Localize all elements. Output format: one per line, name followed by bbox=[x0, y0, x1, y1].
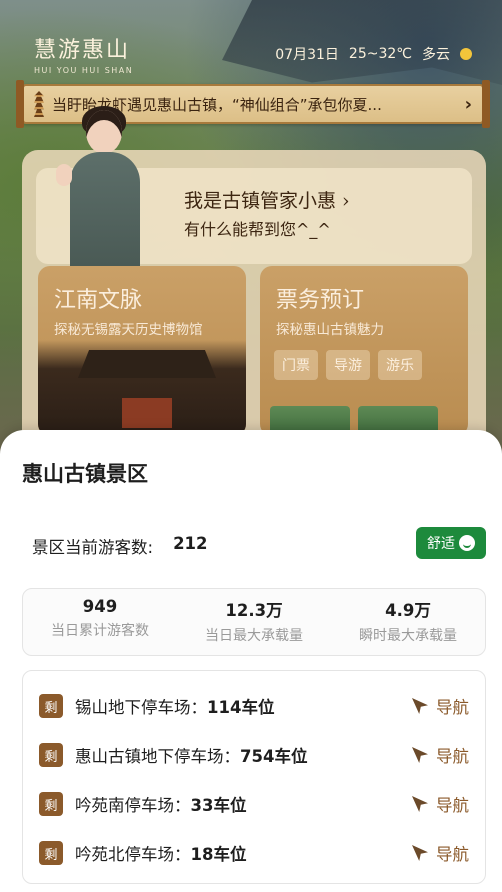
remaining-badge: 剩 bbox=[39, 694, 63, 718]
stat-daily-capacity: 12.3万 当日最大承载量 bbox=[177, 589, 331, 655]
navigation-arrow-icon bbox=[412, 796, 428, 812]
parking-row: 剩 吟苑南停车场： 33车位 导航 bbox=[39, 789, 469, 819]
chip-guide[interactable]: 导游 bbox=[326, 350, 370, 380]
ticket-chips: 门票 导游 游乐 bbox=[274, 350, 422, 380]
navigate-button[interactable]: 导航 bbox=[412, 792, 469, 816]
pagoda-icon bbox=[32, 91, 46, 117]
tile-tickets-subtitle: 探秘惠山古镇魅力 bbox=[276, 322, 384, 338]
temperature-text: 25~32℃ bbox=[348, 46, 412, 62]
stat-label: 瞬时最大承载量 bbox=[359, 628, 457, 644]
navigate-label: 导航 bbox=[436, 747, 469, 766]
parking-row: 剩 锡山地下停车场： 114车位 导航 bbox=[39, 691, 469, 721]
stat-instant-capacity: 4.9万 瞬时最大承载量 bbox=[331, 589, 485, 655]
logo-cn: 慧游惠山 bbox=[34, 38, 131, 63]
parking-list: 剩 锡山地下停车场： 114车位 导航 剩 惠山古镇地下停车场： 754车位 导… bbox=[22, 670, 486, 884]
chip-tickets[interactable]: 门票 bbox=[274, 350, 318, 380]
logo-en: HUI YOU HUI SHAN bbox=[34, 66, 134, 75]
remaining-badge: 剩 bbox=[39, 792, 63, 816]
gate-illustration bbox=[38, 340, 246, 436]
navigate-button[interactable]: 导航 bbox=[412, 743, 469, 767]
app-logo: 慧游惠山 HUI YOU HUI SHAN bbox=[34, 32, 133, 75]
parking-name: 惠山古镇地下停车场： bbox=[75, 747, 240, 766]
parking-count: 33车位 bbox=[190, 796, 247, 815]
navigate-label: 导航 bbox=[436, 698, 469, 717]
remaining-badge: 剩 bbox=[39, 743, 63, 767]
guide-title[interactable]: 我是古镇管家小惠 › bbox=[184, 186, 350, 213]
navigate-button[interactable]: 导航 bbox=[412, 694, 469, 718]
sheet-title: 惠山古镇景区 bbox=[22, 462, 148, 486]
tile-culture-subtitle: 探秘无锡露天历史博物馆 bbox=[54, 322, 203, 338]
scenic-area-sheet: 惠山古镇景区 景区当前游客数: 212 舒适 949 当日累计游客数 12.3万… bbox=[0, 430, 502, 892]
stat-label: 当日最大承载量 bbox=[205, 628, 303, 644]
parking-count: 754车位 bbox=[240, 747, 308, 766]
stat-label: 当日累计游客数 bbox=[51, 623, 149, 639]
chevron-right-icon: › bbox=[464, 93, 472, 115]
parking-name: 锡山地下停车场： bbox=[75, 698, 207, 717]
tile-culture-title: 江南文脉 bbox=[54, 288, 143, 313]
capacity-stats: 949 当日累计游客数 12.3万 当日最大承载量 4.9万 瞬时最大承载量 bbox=[22, 588, 486, 656]
parking-count: 114车位 bbox=[207, 698, 275, 717]
stat-value: 4.9万 bbox=[385, 601, 431, 620]
tile-culture[interactable]: 江南文脉 探秘无锡露天历史博物馆 bbox=[38, 266, 246, 436]
navigate-button[interactable]: 导航 bbox=[412, 841, 469, 865]
stat-value: 949 bbox=[82, 597, 118, 616]
parking-count: 18车位 bbox=[190, 845, 247, 864]
comfort-label: 舒适 bbox=[427, 536, 455, 552]
remaining-badge: 剩 bbox=[39, 841, 63, 865]
guide-subtitle: 有什么能帮到您^_^ bbox=[184, 220, 331, 239]
stat-value: 12.3万 bbox=[225, 601, 283, 620]
tile-tickets-title: 票务预订 bbox=[276, 288, 365, 313]
parking-name: 吟苑南停车场： bbox=[75, 796, 191, 815]
smile-icon bbox=[459, 535, 475, 551]
chip-fun[interactable]: 游乐 bbox=[378, 350, 422, 380]
date-text: 07月31日 bbox=[275, 47, 339, 63]
navigation-arrow-icon bbox=[412, 698, 428, 714]
parking-row: 剩 吟苑北停车场： 18车位 导航 bbox=[39, 838, 469, 868]
weather-text: 多云 bbox=[422, 47, 450, 63]
tile-tickets[interactable]: 票务预订 探秘惠山古镇魅力 门票 导游 游乐 bbox=[260, 266, 468, 436]
roof-decoration bbox=[222, 0, 502, 90]
sun-icon bbox=[460, 48, 472, 60]
guide-avatar[interactable] bbox=[54, 106, 154, 266]
stat-daily-total: 949 当日累计游客数 bbox=[23, 589, 177, 655]
navigation-arrow-icon bbox=[412, 747, 428, 763]
navigate-label: 导航 bbox=[436, 845, 469, 864]
current-visitors: 景区当前游客数: 212 bbox=[32, 534, 208, 558]
parking-row: 剩 惠山古镇地下停车场： 754车位 导航 bbox=[39, 740, 469, 770]
comfort-badge: 舒适 bbox=[416, 527, 486, 559]
visitors-label: 景区当前游客数: bbox=[32, 538, 154, 557]
parking-name: 吟苑北停车场： bbox=[75, 845, 191, 864]
visitors-value: 212 bbox=[173, 534, 208, 553]
navigation-arrow-icon bbox=[412, 845, 428, 861]
weather-info: 07月31日 25~32℃ 多云 bbox=[275, 44, 472, 64]
navigate-label: 导航 bbox=[436, 796, 469, 815]
